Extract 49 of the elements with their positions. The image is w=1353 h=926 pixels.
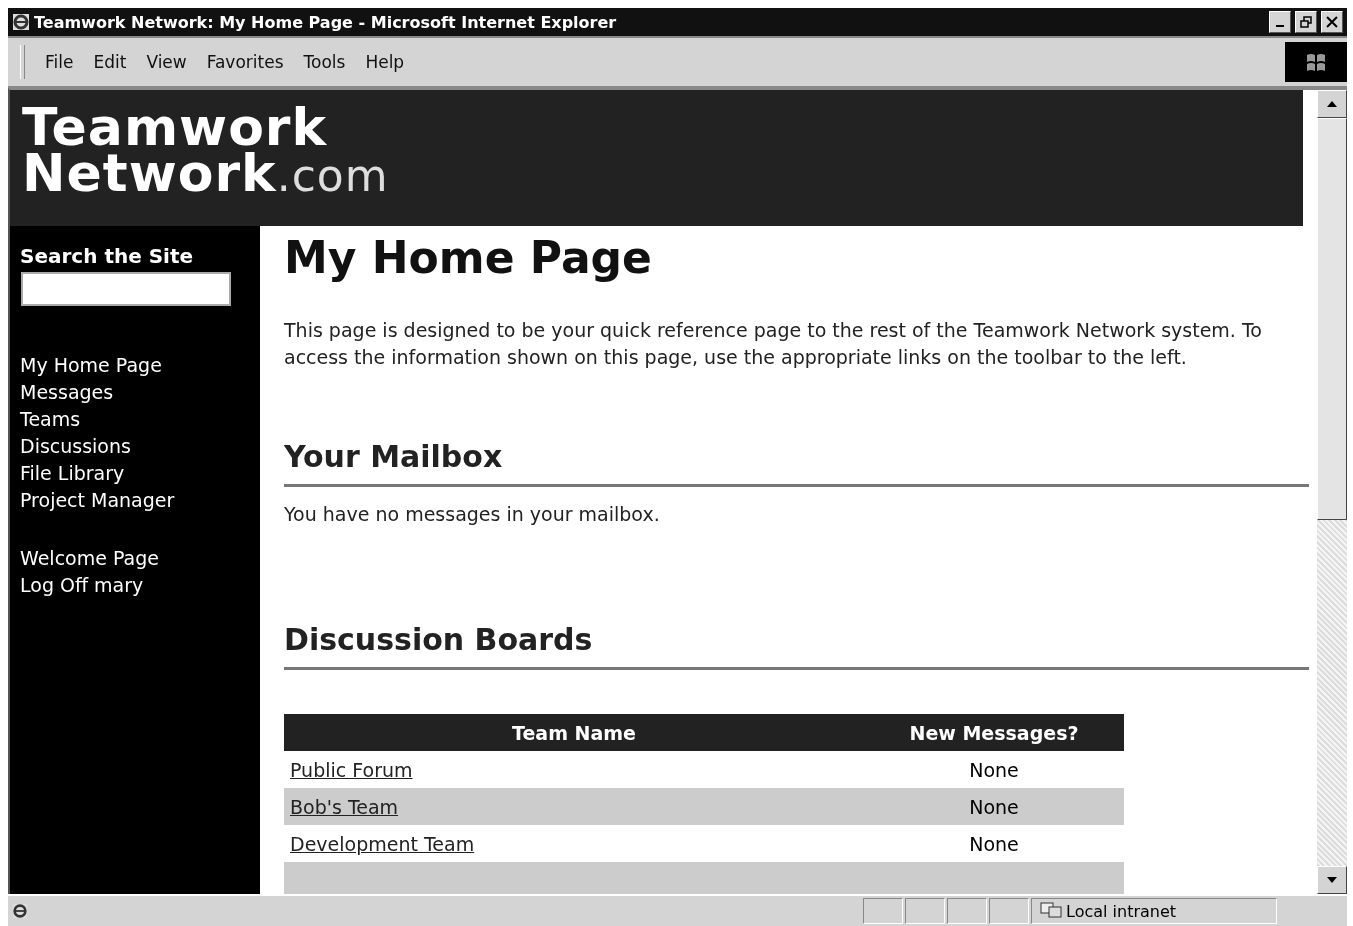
search-field[interactable] xyxy=(21,272,231,306)
nav-link[interactable]: Project Manager xyxy=(20,487,250,514)
nav-link[interactable]: My Home Page xyxy=(20,352,250,379)
column-header: New Messages? xyxy=(908,721,1080,744)
down-arrow-icon xyxy=(1327,877,1337,883)
team-link[interactable]: Bob's Team xyxy=(290,795,399,818)
menu-item[interactable]: Favorites xyxy=(198,50,292,74)
minimize-icon xyxy=(1276,25,1284,27)
window-title: Teamwork Network: My Home Page - Microsoft Internet Explorer xyxy=(34,12,618,32)
close-button[interactable] xyxy=(1321,11,1343,33)
search-label: Search the Site xyxy=(20,244,195,268)
status-panel xyxy=(947,898,987,924)
mailbox-text: You have no messages in your mailbox. xyxy=(284,502,661,527)
close-icon xyxy=(1326,16,1338,28)
page-heading: My Home Page xyxy=(284,232,653,283)
scroll-up-button[interactable] xyxy=(1317,90,1347,118)
network-icon xyxy=(1040,902,1062,920)
team-link[interactable]: Public Forum xyxy=(290,758,413,781)
nav-link[interactable]: Messages xyxy=(20,379,250,406)
up-arrow-icon xyxy=(1327,101,1337,107)
status-panel xyxy=(989,898,1029,924)
nav-link[interactable]: Discussions xyxy=(20,433,250,460)
menu-item[interactable]: Help xyxy=(357,50,413,74)
section-heading: Your Mailbox xyxy=(284,439,1309,487)
menu-item[interactable]: View xyxy=(138,50,195,74)
intro-text: This page is designed to be your quick reference page to the rest of the Teamwork Network system. To access the information shown on this page, use the appropriate links on the toolbar to the left. xyxy=(284,318,1263,370)
table-cell-text: None xyxy=(968,832,1020,855)
status-panel xyxy=(905,898,945,924)
table-cell-text: None xyxy=(968,795,1020,818)
nav-link[interactable]: Teams xyxy=(20,406,250,433)
menu-item[interactable]: Edit xyxy=(85,50,135,74)
menu-item[interactable]: File xyxy=(37,50,82,74)
menu-item[interactable]: Tools xyxy=(295,50,354,74)
status-panel xyxy=(863,898,903,924)
table-cell-text: None xyxy=(968,758,1020,781)
windows-logo-icon xyxy=(1305,51,1327,73)
nav-link[interactable]: File Library xyxy=(20,460,250,487)
nav-link[interactable]: Log Off mary xyxy=(20,572,250,599)
team-link[interactable]: Development Team xyxy=(290,832,475,855)
column-header: Team Name xyxy=(511,721,637,744)
restore-button[interactable] xyxy=(1295,11,1317,33)
restore-icon xyxy=(1300,16,1312,28)
site-logo: Teamwork Network.com xyxy=(22,104,390,199)
scroll-down-button[interactable] xyxy=(1317,866,1347,894)
zone-label: Local intranet xyxy=(1066,901,1177,921)
section-heading: Discussion Boards xyxy=(284,622,1309,670)
nav-link[interactable]: Welcome Page xyxy=(20,545,250,572)
minimize-button[interactable] xyxy=(1269,11,1291,33)
scrollbar-thumb[interactable] xyxy=(1317,118,1347,520)
